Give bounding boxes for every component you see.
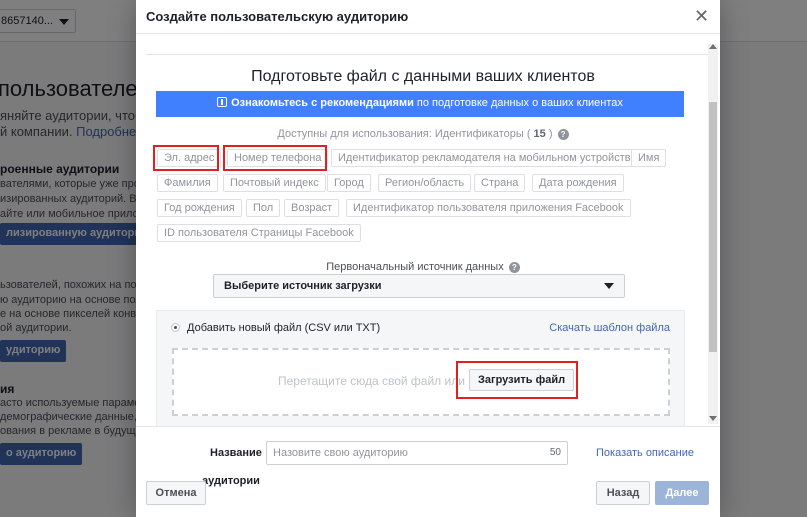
- identifier-tag-first-name: Имя: [631, 149, 667, 167]
- show-description-link[interactable]: Показать описание: [596, 447, 694, 459]
- identifier-tag-age: Возраст: [284, 199, 340, 217]
- info-icon: [217, 97, 228, 107]
- close-icon[interactable]: ✕: [694, 7, 710, 25]
- highlight-upload: [456, 361, 578, 399]
- cancel-button[interactable]: Отмена: [146, 481, 206, 505]
- audience-name-label: Название: [210, 447, 262, 459]
- scroll-up-icon[interactable]: [709, 44, 717, 49]
- scroll-thumb[interactable]: [709, 102, 717, 352]
- highlight-phone: [223, 145, 327, 171]
- help-icon[interactable]: ?: [508, 262, 520, 273]
- audience-name-input[interactable]: Назовите свою аудиторию 50: [266, 441, 568, 465]
- identifier-tag-country: Страна: [474, 174, 526, 192]
- help-icon[interactable]: ?: [557, 129, 569, 140]
- back-button[interactable]: Назад: [596, 481, 650, 505]
- dialog-header: Создайте пользовательскую аудиторию ✕: [136, 0, 720, 34]
- guidelines-link[interactable]: Ознакомьтесь с рекомендациями: [231, 97, 414, 109]
- guidelines-text: по подготовке данных о ваших клиентах: [413, 97, 623, 109]
- identifier-tag-region: Регион/область: [378, 174, 472, 192]
- section-title: Подготовьте файл с данными ваших клиенто…: [251, 68, 595, 85]
- identifier-tag-mobile-advertiser-id: Идентификатор рекламодателя на мобильном…: [331, 149, 644, 167]
- dialog-title: Создайте пользовательскую аудиторию: [146, 9, 409, 24]
- identifier-tag-fb-app-user-id: Идентификатор пользователя приложения Fa…: [346, 199, 631, 217]
- guidelines-banner[interactable]: Ознакомьтесь с рекомендациями по подгото…: [156, 91, 684, 117]
- dialog-footer: Название Назовите свою аудиторию 50 Пока…: [136, 426, 720, 517]
- download-template-link[interactable]: Скачать шаблон файла: [549, 322, 670, 334]
- data-source-select[interactable]: Выберите источник загрузки: [213, 274, 625, 298]
- identifier-tag-fb-page-user-id: ID пользователя Страницы Facebook: [157, 224, 361, 242]
- identifier-tag-birth-year: Год рождения: [157, 199, 242, 217]
- divider: [146, 54, 708, 55]
- scroll-down-icon[interactable]: [709, 416, 717, 421]
- drop-hint: Перетащите сюда свой файл или: [278, 374, 465, 388]
- available-prefix: Доступны для использования: Идентификато…: [277, 128, 534, 140]
- identifier-tag-birthdate: Дата рождения: [532, 174, 624, 192]
- add-new-file-radio[interactable]: [171, 323, 180, 332]
- next-button[interactable]: Далее: [655, 481, 709, 505]
- audience-name-placeholder: Назовите свою аудиторию: [273, 447, 408, 459]
- identifier-tag-city: Город: [327, 174, 371, 192]
- data-source-text: Первоначальный источник данных: [326, 261, 504, 273]
- highlight-email: [153, 145, 219, 171]
- available-suffix: ): [545, 128, 553, 140]
- caret-down-icon: [604, 283, 614, 289]
- scrollbar[interactable]: [708, 44, 718, 424]
- peek-text: аудитории: [202, 475, 260, 487]
- identifier-tag-zip: Почтовый индекс: [223, 174, 326, 192]
- create-custom-audience-dialog: Создайте пользовательскую аудиторию ✕ По…: [136, 0, 720, 517]
- char-count: 50: [549, 447, 561, 458]
- dialog-body: Подготовьте файл с данными ваших клиенто…: [136, 34, 720, 426]
- file-dropzone[interactable]: Перетащите сюда свой файл или Загрузить …: [172, 348, 670, 416]
- add-new-file-label[interactable]: Добавить новый файл (CSV или TXT): [187, 322, 380, 334]
- available-identifiers: Доступны для использования: Идентификато…: [136, 128, 710, 140]
- identifier-tag-last-name: Фамилия: [157, 174, 218, 192]
- identifier-count: 15: [533, 128, 546, 140]
- data-source-value: Выберите источник загрузки: [224, 280, 382, 292]
- upload-panel: Добавить новый файл (CSV или TXT) Скачат…: [156, 310, 685, 426]
- data-source-label: Первоначальный источник данных ?: [136, 261, 710, 273]
- identifier-tag-gender: Пол: [246, 199, 281, 217]
